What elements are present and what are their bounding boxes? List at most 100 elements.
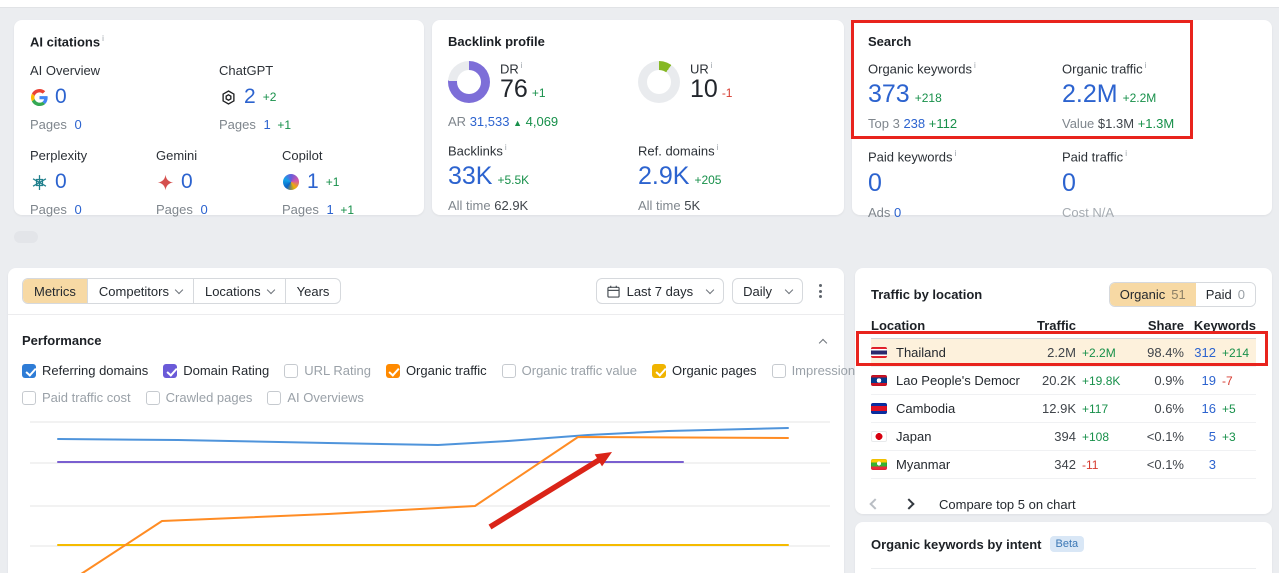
url-rating-block: UR i 10 -1 <box>638 61 828 104</box>
organic-toggle-button[interactable]: Organic 51 <box>1109 282 1196 306</box>
col-location: Location <box>871 318 926 333</box>
ai-citation-count: 0 <box>55 85 67 109</box>
years-button[interactable]: Years <box>284 279 341 303</box>
backlinks-block: Backlinks i 33K +5.5K All time 62.9K <box>448 143 638 213</box>
organic-keywords-block: Organic keywords i 373 +218 Top 3 238 +112 <box>868 61 1062 131</box>
keywords-value[interactable]: 19 <box>1184 373 1216 388</box>
info-icon[interactable]: i <box>505 143 507 152</box>
info-icon[interactable]: i <box>974 61 976 70</box>
gemini-icon <box>157 174 173 191</box>
copilot-icon <box>283 174 299 191</box>
metric-label: Organic pages <box>672 363 757 378</box>
country-flag-icon <box>871 431 887 442</box>
metric-checkbox-impressions[interactable]: Impressions <box>771 363 862 378</box>
checkbox[interactable] <box>22 363 36 378</box>
compare-top5-link[interactable]: Compare top 5 on chart <box>939 497 1076 512</box>
info-icon[interactable]: i <box>1145 61 1147 70</box>
keywords-value[interactable]: 312 <box>1184 345 1216 360</box>
keywords-delta: -7 <box>1222 373 1233 388</box>
next-page-icon[interactable] <box>903 498 915 510</box>
location-row-kh[interactable]: Cambodia 12.9K +117 0.6% 16 +5 <box>871 395 1256 423</box>
info-icon[interactable]: i <box>102 34 104 43</box>
pages-count[interactable]: 0 <box>75 202 82 217</box>
collapse-section-button[interactable] <box>809 329 830 351</box>
metric-label: Impressions <box>791 363 862 378</box>
pages-count[interactable]: 1 <box>264 117 271 132</box>
paid-toggle-button[interactable]: Paid 0 <box>1195 282 1255 306</box>
tab-organic-search[interactable] <box>78 231 102 243</box>
metric-checkbox-organic-traffic[interactable]: Organic traffic <box>385 363 487 378</box>
keywords-value[interactable]: 3 <box>1184 457 1216 472</box>
checkbox[interactable] <box>163 363 178 378</box>
info-icon[interactable]: i <box>1125 149 1127 158</box>
location-row-mm[interactable]: Myanmar 342 -11 <0.1% 3 <box>871 451 1256 479</box>
paid-traffic-value[interactable]: 0 <box>1062 169 1256 198</box>
location-row-jp[interactable]: Japan 394 +108 <0.1% 5 +3 <box>871 423 1256 451</box>
locations-button[interactable]: Locations <box>192 279 285 303</box>
ai-citation-count: 0 <box>181 170 193 194</box>
tab-backlink-profile[interactable] <box>46 231 70 243</box>
ar-value[interactable]: 31,533 <box>470 114 510 129</box>
country-name: Thailand <box>896 345 946 360</box>
metrics-button[interactable]: Metrics <box>23 279 87 303</box>
metric-checkbox-url-rating[interactable]: URL Rating <box>284 363 371 378</box>
keywords-value[interactable]: 16 <box>1184 401 1216 416</box>
country-name: Cambodia <box>896 401 956 416</box>
tab-paid-search[interactable] <box>110 231 134 243</box>
pages-label: Pages <box>282 202 319 218</box>
country-name: Myanmar <box>896 457 951 472</box>
checkbox[interactable] <box>501 363 516 378</box>
competitors-button[interactable]: Competitors <box>86 279 193 303</box>
top3-value[interactable]: 238 <box>903 116 925 131</box>
pages-delta: +1 <box>277 118 292 133</box>
pages-count[interactable]: 1 <box>327 202 334 217</box>
paid-keywords-value[interactable]: 0 <box>868 169 1062 198</box>
ai-platform-label: ChatGPT <box>219 63 274 79</box>
ref-domains-value[interactable]: 2.9K +205 <box>638 162 828 191</box>
checkbox[interactable] <box>284 363 299 378</box>
checkbox[interactable] <box>771 363 786 378</box>
domain-rating-block: DR i 76 +1 <box>448 61 638 104</box>
paid-traffic-block: Paid traffic i 0 Cost N/A <box>1062 149 1256 219</box>
metric-checkbox-organic-pages[interactable]: Organic pages <box>652 363 757 378</box>
location-row-la[interactable]: Lao People's Democratic Reput 20.2K +19.… <box>871 367 1256 395</box>
organic-keywords-value[interactable]: 373 +218 <box>868 80 1062 109</box>
search-card: Search Organic keywords i 373 +218 Top 3 2… <box>852 20 1272 220</box>
pages-delta: +1 <box>340 203 355 218</box>
keywords-delta: +3 <box>1222 429 1236 444</box>
location-row-th[interactable]: Thailand 2.2M +2.2M 98.4% 312 +214 <box>871 339 1256 367</box>
organic-traffic-value[interactable]: 2.2M +2.2M <box>1062 80 1256 109</box>
location-rows: Thailand 2.2M +2.2M 98.4% 312 +214 Lao P… <box>871 339 1256 479</box>
ai-citation-count: 1 <box>307 170 319 194</box>
more-options-icon[interactable] <box>811 280 830 302</box>
metric-label: Organic traffic value <box>521 363 637 378</box>
metric-toggles-row1: Referring domains Domain Rating URL Rati… <box>8 363 958 378</box>
paid-traffic-label: Paid traffic i <box>1062 149 1127 165</box>
pages-count[interactable]: 0 <box>201 202 208 217</box>
pages-count[interactable]: 0 <box>75 117 82 132</box>
ads-line: Ads 0 <box>868 204 902 220</box>
tab-general[interactable] <box>14 231 38 243</box>
traffic-value: 12.9K <box>1042 401 1076 416</box>
backlinks-value[interactable]: 33K +5.5K <box>448 162 638 191</box>
granularity-button[interactable]: Daily <box>732 278 803 304</box>
keywords-value[interactable]: 5 <box>1184 429 1216 444</box>
previous-page-icon[interactable] <box>869 498 881 510</box>
info-icon[interactable]: i <box>717 143 719 152</box>
info-icon[interactable]: i <box>711 61 713 70</box>
date-range-button[interactable]: Last 7 days <box>595 278 725 304</box>
info-icon[interactable]: i <box>955 149 957 158</box>
metric-checkbox-referring-domains[interactable]: Referring domains <box>22 363 148 378</box>
domain-rating-donut <box>448 61 490 103</box>
ai-platform-icon <box>30 88 48 106</box>
traffic-by-location-title: Traffic by location <box>871 286 983 302</box>
metric-checkbox-domain-rating[interactable]: Domain Rating <box>163 363 269 378</box>
performance-title: Performance <box>22 332 102 348</box>
checkbox[interactable] <box>385 363 400 378</box>
performance-line-chart[interactable] <box>8 388 844 573</box>
metric-checkbox-organic-traffic-value[interactable]: Organic traffic value <box>501 363 637 378</box>
pages-label: Pages <box>30 202 67 218</box>
ai-citation-ai-overview: AI Overview 0 Pages 0 <box>30 63 219 132</box>
info-icon[interactable]: i <box>521 61 523 70</box>
checkbox[interactable] <box>652 363 666 378</box>
